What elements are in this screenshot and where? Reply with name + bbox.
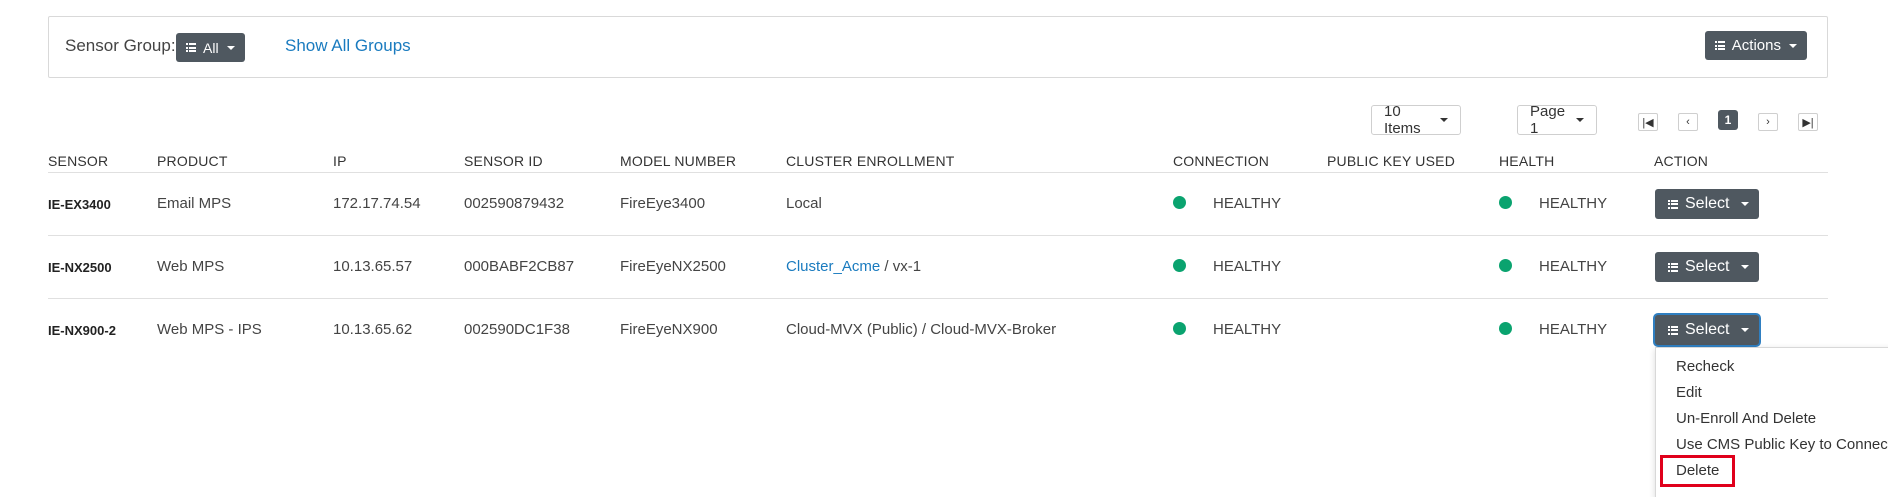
row-divider <box>48 298 1828 299</box>
connection-status-text: HEALTHY <box>1213 258 1282 275</box>
menu-item-use-cms-public-key[interactable]: Use CMS Public Key to Connect <box>1676 436 1888 453</box>
chevron-left-icon: ‹ <box>1686 116 1690 128</box>
items-per-page-value: 10 Items <box>1384 103 1421 137</box>
menu-item-recheck[interactable]: Recheck <box>1676 358 1734 375</box>
sensor-id-cell: 002590879432 <box>464 195 565 212</box>
actions-label: Actions <box>1731 37 1781 54</box>
sensor-name: IE-NX900-2 <box>48 323 116 338</box>
cluster-enrollment-cell: Local <box>786 195 822 212</box>
sensor-id-cell: 000BABF2CB87 <box>464 258 575 275</box>
list-icon <box>1714 41 1725 50</box>
header-divider <box>48 172 1828 173</box>
cluster-enrollment-cell: Cluster_Acme / vx-1 <box>786 258 921 275</box>
first-page-icon: |◀ <box>1642 116 1654 129</box>
select-label: Select <box>1685 321 1730 338</box>
sensor-name: IE-NX2500 <box>48 260 112 275</box>
connection-status-dot <box>1173 322 1186 335</box>
row-divider <box>48 235 1828 236</box>
cluster-text: Local <box>786 195 822 212</box>
caret-down-icon <box>1741 265 1750 269</box>
sensors-page: Sensor Group: All Show All Groups Action… <box>0 0 1888 497</box>
sensor-group-label: Sensor Group: <box>65 36 176 55</box>
ip-cell: 10.13.65.62 <box>333 321 413 338</box>
health-status-dot <box>1499 196 1512 209</box>
column-header-health[interactable]: HEALTH <box>1499 153 1554 169</box>
caret-down-icon <box>1741 202 1750 206</box>
connection-status-dot <box>1173 259 1186 272</box>
next-page-button[interactable]: › <box>1758 113 1778 131</box>
prev-page-button[interactable]: ‹ <box>1678 113 1698 131</box>
page-select[interactable]: Page 1 <box>1517 103 1597 137</box>
ip-cell: 172.17.74.54 <box>333 195 421 212</box>
ip-cell: 10.13.65.57 <box>333 258 413 275</box>
column-header-sensor-id[interactable]: SENSOR ID <box>464 153 543 169</box>
select-action-button[interactable]: Select <box>1655 315 1760 345</box>
last-page-icon: ▶| <box>1802 116 1814 129</box>
menu-item-unenroll-and-delete[interactable]: Un-Enroll And Delete <box>1676 410 1816 427</box>
caret-down-icon <box>1576 118 1584 122</box>
health-status-text: HEALTHY <box>1539 321 1608 338</box>
product-cell: Email MPS <box>157 195 232 212</box>
connection-status-dot <box>1173 196 1186 209</box>
show-all-groups-link[interactable]: Show All Groups <box>285 36 411 56</box>
page-select-value: Page 1 <box>1530 103 1566 137</box>
cluster-link[interactable]: Cluster_Acme <box>786 258 880 275</box>
filter-bar: Sensor Group: All Show All Groups Action… <box>48 16 1828 78</box>
column-header-ip[interactable]: IP <box>333 153 347 169</box>
chevron-right-icon: › <box>1766 116 1770 128</box>
connection-status-text: HEALTHY <box>1213 321 1282 338</box>
list-icon <box>1668 199 1678 209</box>
product-cell: Web MPS - IPS <box>157 321 262 338</box>
column-header-product[interactable]: PRODUCT <box>157 153 228 169</box>
model-number-cell: FireEyeNX900 <box>620 321 718 338</box>
column-header-model-number[interactable]: MODEL NUMBER <box>620 153 736 169</box>
health-status-text: HEALTHY <box>1539 258 1608 275</box>
model-number-cell: FireEyeNX2500 <box>620 258 726 275</box>
caret-down-icon <box>226 45 235 50</box>
select-label: Select <box>1685 195 1730 212</box>
cluster-text: Cloud-MVX (Public) / Cloud-MVX-Broker <box>786 321 1057 338</box>
select-label: Select <box>1685 258 1730 275</box>
sensor-name: IE-EX3400 <box>48 197 111 212</box>
product-cell: Web MPS <box>157 258 225 275</box>
column-header-sensor[interactable]: SENSOR <box>48 153 108 169</box>
list-icon <box>1668 262 1678 272</box>
health-status-text: HEALTHY <box>1539 195 1608 212</box>
actions-button[interactable]: Actions <box>1704 31 1807 60</box>
connection-status-text: HEALTHY <box>1213 195 1282 212</box>
list-icon <box>1668 325 1678 335</box>
caret-down-icon <box>1741 328 1750 332</box>
select-action-button[interactable]: Select <box>1655 252 1760 282</box>
current-page-button[interactable]: 1 <box>1718 110 1738 130</box>
last-page-button[interactable]: ▶| <box>1798 113 1818 131</box>
select-action-button[interactable]: Select <box>1655 189 1760 219</box>
caret-down-icon <box>1789 43 1797 48</box>
model-number-cell: FireEye3400 <box>620 195 706 212</box>
menu-item-edit[interactable]: Edit <box>1676 384 1702 401</box>
highlight-box <box>1660 455 1735 487</box>
column-header-connection[interactable]: CONNECTION <box>1173 153 1269 169</box>
health-status-dot <box>1499 259 1512 272</box>
cluster-text: / vx-1 <box>880 258 922 275</box>
cluster-enrollment-cell: Cloud-MVX (Public) / Cloud-MVX-Broker <box>786 321 1056 338</box>
sensor-id-cell: 002590DC1F38 <box>464 321 570 338</box>
sensor-group-value: All <box>203 39 219 56</box>
column-header-cluster-enrollment[interactable]: CLUSTER ENROLLMENT <box>786 153 955 169</box>
sensor-group-dropdown[interactable]: All <box>176 33 245 62</box>
caret-down-icon <box>1440 118 1448 122</box>
column-header-action[interactable]: ACTION <box>1654 153 1708 169</box>
health-status-dot <box>1499 322 1512 335</box>
column-header-public-key-used[interactable]: PUBLIC KEY USED <box>1327 153 1455 169</box>
items-per-page-select[interactable]: 10 Items <box>1371 103 1461 137</box>
first-page-button[interactable]: |◀ <box>1638 113 1658 131</box>
list-icon <box>186 43 196 52</box>
